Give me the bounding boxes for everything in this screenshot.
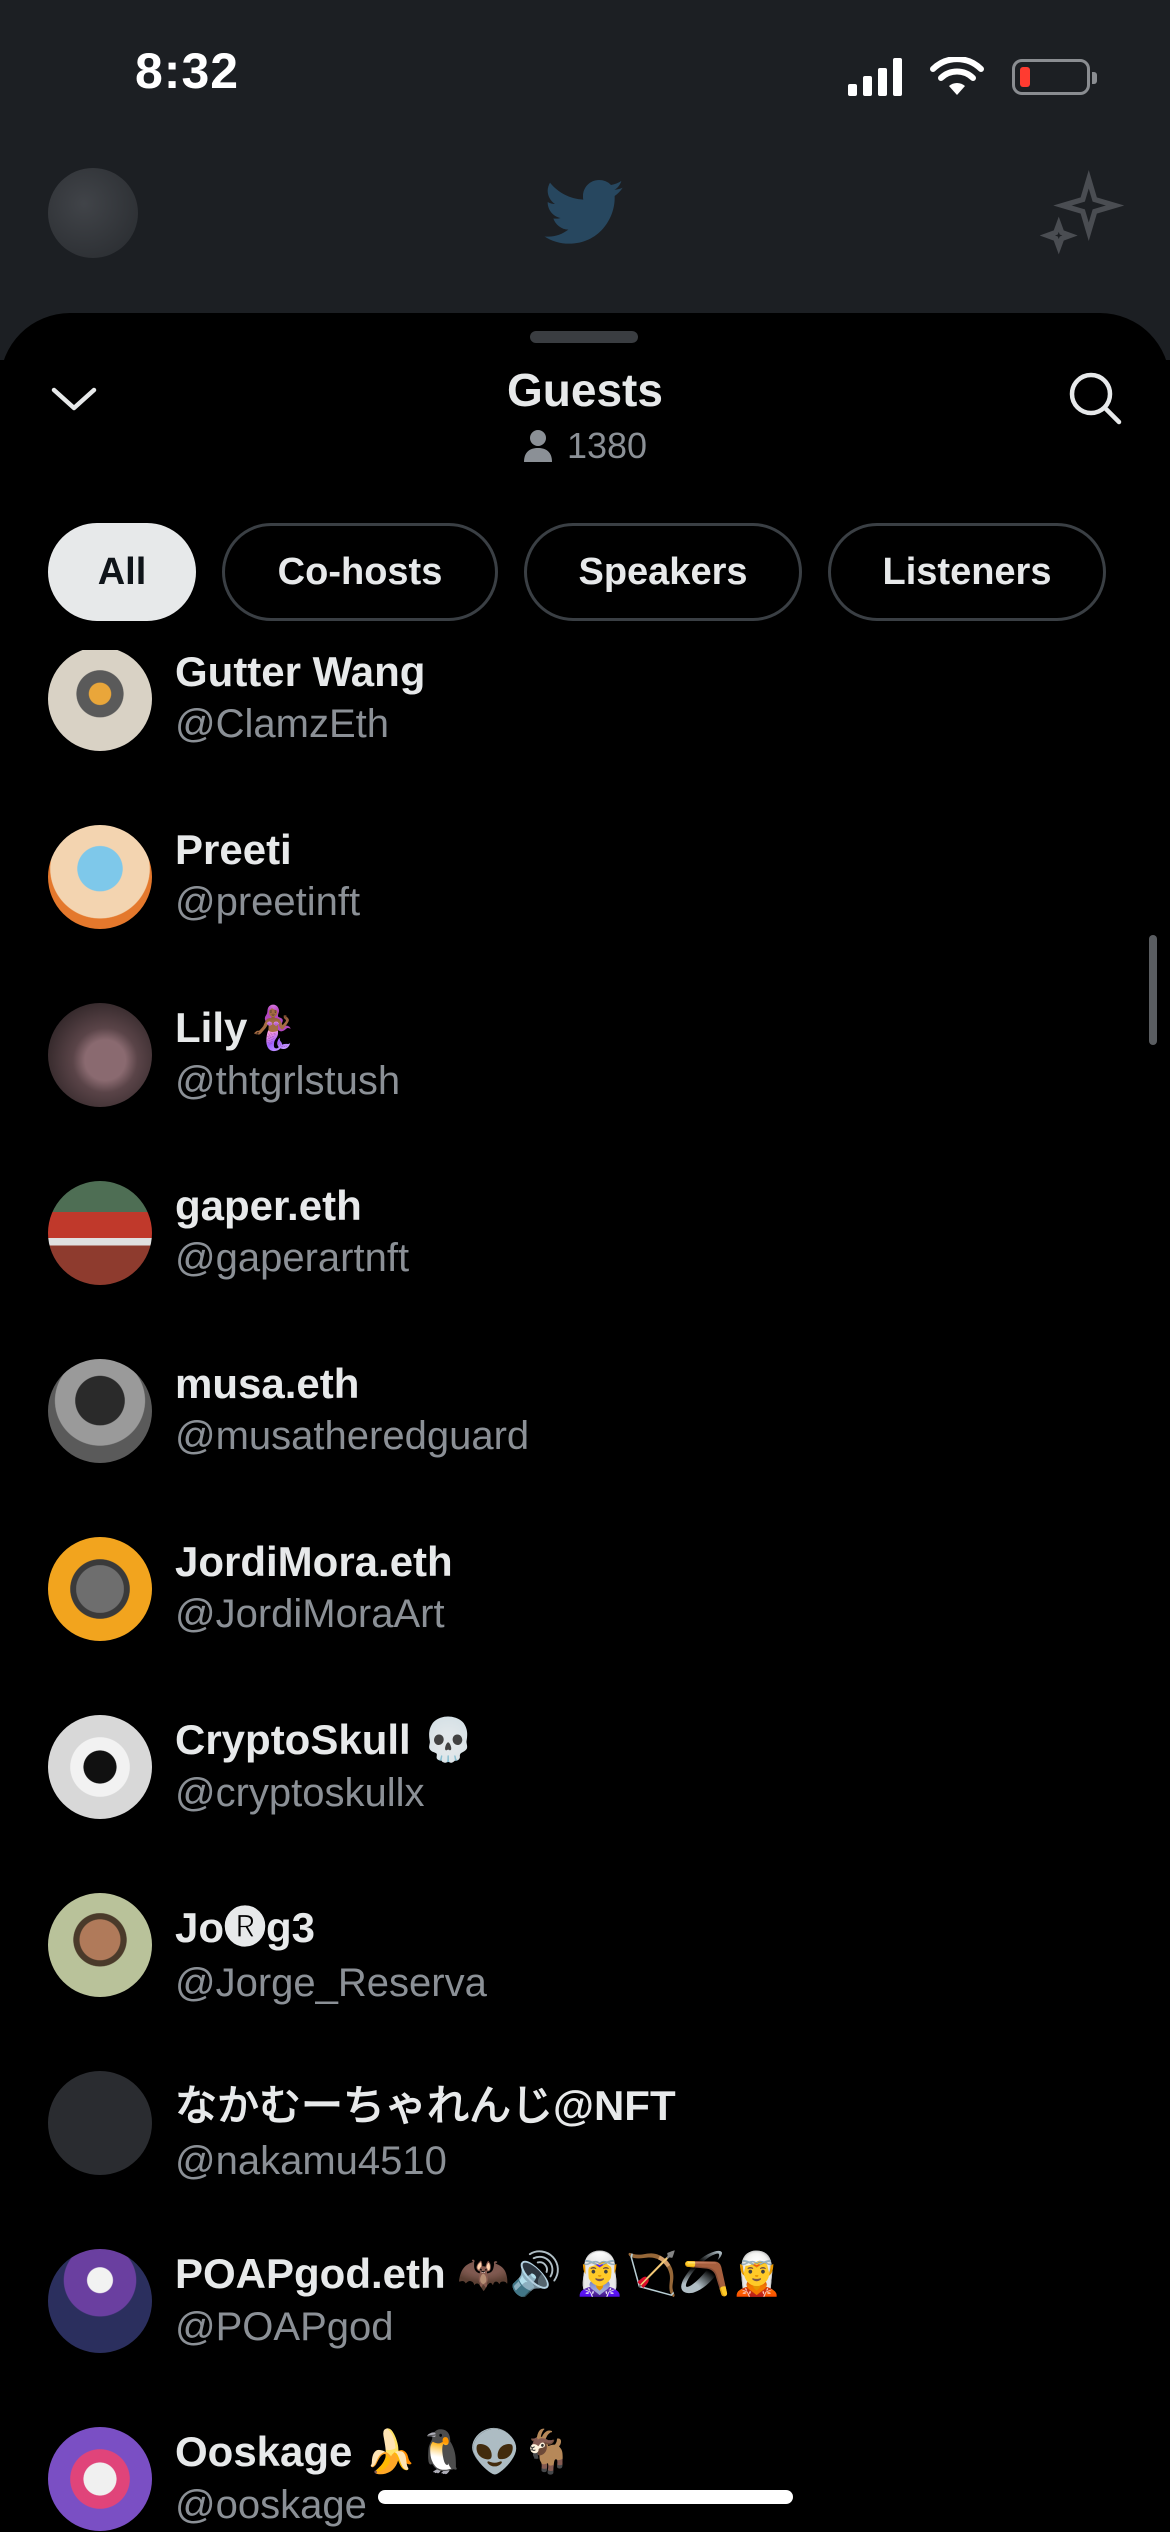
avatar bbox=[48, 1893, 152, 1997]
person-icon bbox=[523, 430, 552, 462]
search-button[interactable] bbox=[1060, 363, 1130, 433]
avatar bbox=[48, 1537, 152, 1641]
handle: @Jorge_Reserva bbox=[175, 1961, 487, 2005]
avatar bbox=[48, 1181, 152, 1285]
avatar bbox=[48, 1003, 152, 1107]
display-name: Preeti bbox=[175, 826, 292, 873]
guest-row[interactable]: POAPgod.eth 🦇🔊 🧝‍♀️🏹🪃🧝 @POAPgod bbox=[0, 2212, 1170, 2390]
search-icon bbox=[1069, 372, 1122, 425]
sparkle-icon bbox=[1040, 170, 1125, 255]
display-name: gaper.eth bbox=[175, 1182, 362, 1229]
profile-avatar bbox=[48, 168, 138, 258]
sheet-grabber[interactable] bbox=[530, 331, 638, 343]
handle: @nakamu4510 bbox=[175, 2139, 447, 2183]
guest-row[interactable]: なかむーちゃれんじ@NFT @nakamu4510 bbox=[0, 2034, 1170, 2212]
display-name: POAPgod.eth 🦇🔊 🧝‍♀️🏹🪃🧝 bbox=[175, 2250, 783, 2297]
tab-speakers[interactable]: Speakers bbox=[524, 523, 802, 621]
guest-row[interactable]: Lily🧜🏾‍♀️ @thtgrlstush bbox=[0, 966, 1170, 1144]
display-name: JordiMora.eth bbox=[175, 1538, 453, 1585]
avatar bbox=[48, 2071, 152, 2175]
status-bar: 8:32 bbox=[0, 0, 1170, 150]
display-name: CryptoSkull 💀 bbox=[175, 1716, 475, 1763]
guest-row[interactable]: Preeti @preetinft bbox=[0, 788, 1170, 966]
battery-icon bbox=[1012, 59, 1097, 95]
tab-all[interactable]: All bbox=[48, 523, 196, 621]
wifi-icon bbox=[930, 57, 984, 95]
guest-count: 1380 bbox=[0, 425, 1170, 467]
guest-count-value: 1380 bbox=[566, 425, 648, 466]
sheet-title: Guests bbox=[507, 364, 663, 416]
avatar bbox=[48, 2427, 152, 2531]
twitter-bird-icon bbox=[544, 180, 624, 244]
guest-row[interactable]: Jo🅡g3 @Jorge_Reserva bbox=[0, 1856, 1170, 2034]
guest-row[interactable]: Ooskage 🍌🐧👽🐐 @ooskage bbox=[0, 2390, 1170, 2532]
display-name: Lily🧜🏾‍♀️ bbox=[175, 1004, 300, 1051]
cellular-signal-icon bbox=[848, 58, 902, 96]
avatar bbox=[48, 650, 152, 751]
guest-row[interactable]: musa.eth @musatheredguard bbox=[0, 1322, 1170, 1500]
handle: @ClamzEth bbox=[175, 702, 389, 746]
avatar bbox=[48, 825, 152, 929]
avatar bbox=[48, 2249, 152, 2353]
scrollbar[interactable] bbox=[1149, 935, 1157, 1045]
display-name: Ooskage 🍌🐧👽🐐 bbox=[175, 2428, 574, 2475]
display-name: Jo🅡g3 bbox=[175, 1904, 316, 1951]
display-name: musa.eth bbox=[175, 1360, 360, 1407]
handle: @preetinft bbox=[175, 880, 361, 924]
guests-sheet: Guests 1380 All Co-hosts Speakers Listen… bbox=[0, 313, 1170, 2532]
guest-row[interactable]: gaper.eth @gaperartnft bbox=[0, 1144, 1170, 1322]
display-name: なかむーちゃれんじ@NFT bbox=[175, 2082, 676, 2129]
handle: @POAPgod bbox=[175, 2305, 394, 2349]
filter-tabs: All Co-hosts Speakers Listeners bbox=[48, 523, 1106, 621]
avatar bbox=[48, 1715, 152, 1819]
handle: @JordiMoraArt bbox=[175, 1592, 445, 1636]
handle: @cryptoskullx bbox=[175, 1771, 425, 1815]
home-indicator[interactable] bbox=[378, 2490, 793, 2504]
handle: @gaperartnft bbox=[175, 1236, 410, 1280]
guest-row[interactable]: Gutter Wang @ClamzEth bbox=[0, 650, 1170, 788]
tab-listeners[interactable]: Listeners bbox=[828, 523, 1106, 621]
guest-list[interactable]: Gutter Wang @ClamzEth Preeti @preetinft Li… bbox=[0, 650, 1170, 2532]
display-name: Gutter Wang bbox=[175, 650, 426, 695]
guest-row[interactable]: CryptoSkull 💀 @cryptoskullx bbox=[0, 1678, 1170, 1856]
handle: @musatheredguard bbox=[175, 1414, 530, 1458]
status-time: 8:32 bbox=[135, 43, 240, 99]
handle: @thtgrlstush bbox=[175, 1059, 401, 1103]
guest-row[interactable]: JordiMora.eth @JordiMoraArt bbox=[0, 1500, 1170, 1678]
tab-co-hosts[interactable]: Co-hosts bbox=[222, 523, 498, 621]
avatar bbox=[48, 1359, 152, 1463]
status-icons bbox=[848, 52, 1097, 102]
